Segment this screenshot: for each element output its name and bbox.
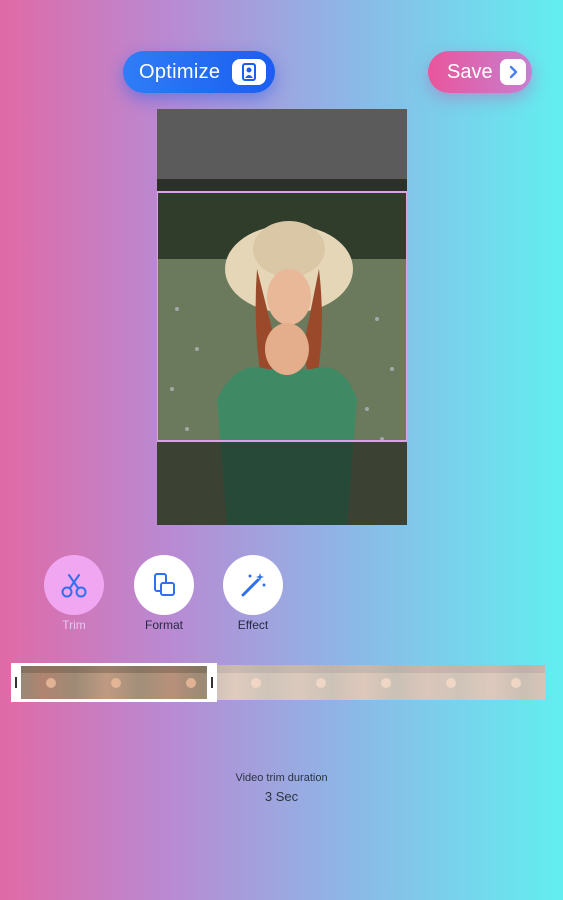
trim-selection[interactable] [11, 663, 215, 702]
trim-handle-start[interactable] [11, 663, 21, 702]
optimize-button[interactable]: Optimize [123, 51, 275, 93]
save-label: Save [447, 60, 493, 83]
save-button[interactable]: Save [428, 51, 532, 93]
format-icon [154, 573, 175, 596]
trim-button[interactable] [44, 555, 104, 615]
scissors-icon [61, 574, 87, 598]
trim-duration-value: 3 Sec [264, 789, 299, 804]
magic-wand-icon [241, 573, 266, 597]
timeline-unselected [217, 665, 545, 700]
trim-label: Trim [62, 618, 86, 632]
person-scan-icon [232, 59, 266, 85]
format-button[interactable] [134, 555, 194, 615]
format-label: Format [144, 618, 183, 632]
trim-duration-label: Video trim duration [235, 772, 328, 784]
crop-frame[interactable] [157, 191, 407, 442]
trim-timeline[interactable] [11, 663, 545, 702]
crop-shade-bottom [157, 442, 407, 525]
optimize-label: Optimize [139, 60, 221, 83]
effect-tool[interactable]: Effect [222, 555, 284, 632]
format-tool[interactable]: Format [133, 555, 195, 632]
effect-label: Effect [237, 618, 269, 632]
crop-shade-top [157, 109, 407, 191]
video-preview [157, 109, 407, 525]
chevron-right-icon [500, 59, 526, 85]
trim-tool[interactable]: Trim [43, 555, 105, 632]
effect-button[interactable] [223, 555, 283, 615]
trim-handle-end[interactable] [207, 663, 217, 702]
